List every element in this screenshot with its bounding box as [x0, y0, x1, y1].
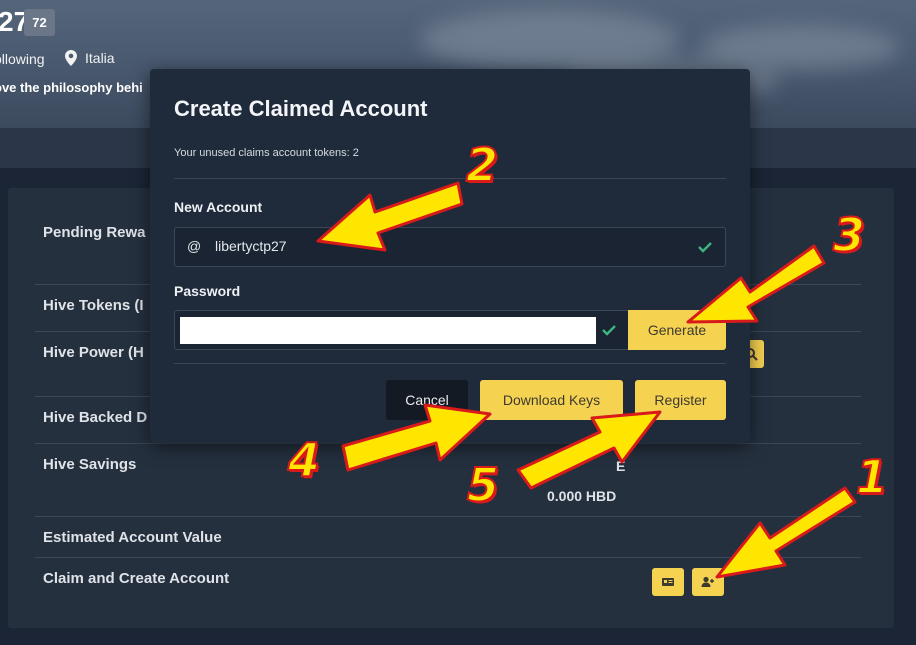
check-icon: [698, 242, 712, 253]
reputation-badge: 72: [24, 9, 55, 36]
location: Italia: [65, 50, 115, 66]
row-divider: [35, 516, 861, 517]
generate-password-button[interactable]: Generate: [628, 310, 726, 350]
row-divider: [35, 443, 861, 444]
account-name-value: libertyctp27: [215, 238, 287, 254]
unused-tokens-text: Your unused claims account tokens: 2: [174, 147, 359, 159]
divider: [174, 363, 726, 364]
wallet-row-claim-create: Claim and Create Account: [43, 570, 230, 587]
savings-hive-value: E: [616, 458, 626, 474]
password-label: Password: [174, 283, 241, 299]
wallet-row-hive-power: Hive Power (H: [43, 344, 144, 361]
annotation-number: 5: [466, 457, 500, 513]
claim-account-button[interactable]: [652, 568, 684, 596]
add-user-icon: [701, 576, 714, 587]
new-account-field[interactable]: @ libertyctp27: [174, 227, 726, 267]
password-field-wrap: [174, 310, 629, 350]
password-input[interactable]: [180, 317, 596, 344]
profile-about: ove the philosophy behi: [0, 80, 143, 95]
location-pin-icon: [65, 50, 77, 66]
create-claimed-account-modal: Create Claimed Account Your unused claim…: [150, 69, 750, 443]
create-account-button[interactable]: [692, 568, 724, 596]
new-account-label: New Account: [174, 199, 263, 215]
divider: [174, 178, 726, 179]
wallet-row-hive-tokens: Hive Tokens (I: [43, 297, 144, 314]
modal-title: Create Claimed Account: [174, 96, 428, 121]
check-icon: [602, 325, 616, 336]
download-keys-button[interactable]: Download Keys: [480, 380, 623, 420]
cancel-button[interactable]: Cancel: [386, 380, 468, 420]
row-divider: [35, 557, 861, 558]
wallet-row-estimated-value: Estimated Account Value: [43, 529, 222, 546]
annotation-number: 4: [287, 432, 321, 488]
register-button[interactable]: Register: [635, 380, 726, 420]
annotation-number: 2: [465, 137, 499, 193]
wallet-row-hive-savings: Hive Savings: [43, 456, 137, 473]
following-link[interactable]: ollowing: [0, 51, 45, 67]
savings-hbd-value: 0.000 HBD: [547, 488, 617, 504]
annotation-number: 1: [855, 449, 889, 505]
wallet-row-hive-backed-dollars: Hive Backed D: [43, 409, 148, 426]
location-text: Italia: [85, 50, 115, 66]
annotation-number: 3: [832, 207, 866, 263]
at-symbol: @: [187, 238, 202, 254]
wallet-row-pending-rewards: Pending Rewa: [43, 224, 146, 241]
id-card-icon: [662, 578, 674, 586]
